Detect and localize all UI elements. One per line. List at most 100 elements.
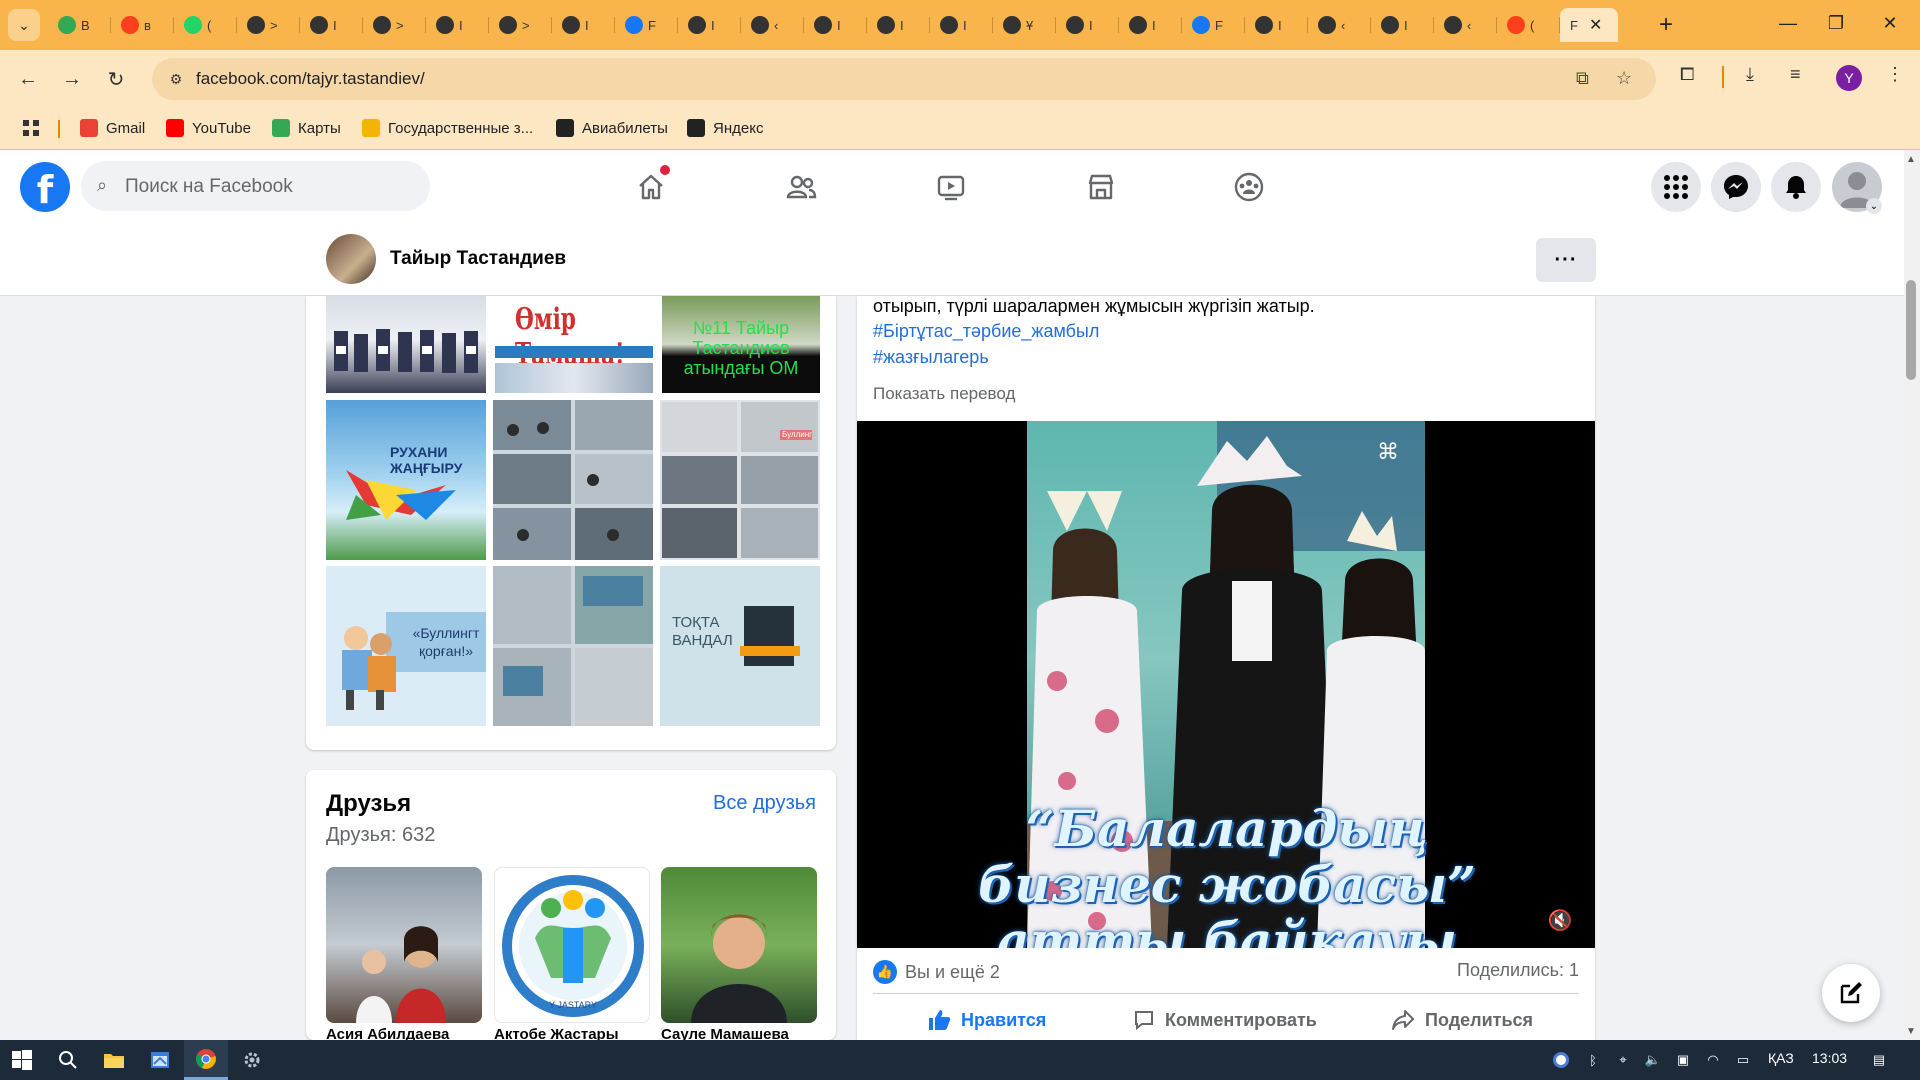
nav-friends[interactable] [746, 163, 856, 211]
photo-tile[interactable]: «Буллингт қорған!» [326, 566, 486, 726]
hashtag-link[interactable]: #жазғылагерь [873, 347, 989, 368]
start-button[interactable] [0, 1040, 44, 1080]
back-button[interactable]: ← [12, 63, 44, 95]
browser-tab[interactable]: В [48, 8, 111, 42]
profile-name[interactable]: Тайыр Тастандиев [390, 248, 566, 270]
browser-tab[interactable]: І [1119, 8, 1182, 42]
facebook-logo-icon[interactable]: f [20, 162, 70, 212]
browser-tab[interactable]: І [552, 8, 615, 42]
reaction-summary[interactable]: 👍 Вы и ещё 2 [873, 960, 1000, 984]
nav-marketplace[interactable] [1046, 163, 1156, 211]
more-options-button[interactable]: ··· [1536, 238, 1596, 282]
friend-item[interactable]: Сауле Мамашева [661, 867, 817, 1043]
bluetooth-icon[interactable]: ᛒ [1584, 1051, 1602, 1069]
all-friends-link[interactable]: Все друзья [713, 792, 816, 815]
language-indicator[interactable]: ҚАЗ [1768, 1050, 1794, 1066]
browser-tab[interactable]: І [867, 8, 930, 42]
browser-tab[interactable]: ‹ [741, 8, 804, 42]
nav-home[interactable] [596, 163, 706, 211]
browser-tab[interactable]: F [1182, 8, 1245, 42]
extensions-icon[interactable]: ⧠ [1680, 64, 1694, 85]
post-video[interactable]: ⌘ “Балалардың бизнес жобасы” атты байқау… [857, 421, 1595, 948]
url-text[interactable]: facebook.com/tajyr.tastandiev/ [196, 69, 425, 89]
browser-tab[interactable]: І [930, 8, 993, 42]
show-translation-link[interactable]: Показать перевод [873, 384, 1015, 404]
chrome-taskbar-button[interactable] [184, 1040, 228, 1080]
photo-tile[interactable] [493, 400, 653, 560]
messenger-button[interactable] [1711, 162, 1761, 212]
browser-tab[interactable]: ( [1497, 8, 1560, 42]
photo-tile[interactable]: ТОҚТА ВАНДАЛ [660, 566, 820, 726]
friend-photo[interactable] [326, 867, 482, 1023]
tab-search-button[interactable]: ⌄ [8, 9, 40, 41]
friend-photo[interactable]: Y JASTARY [494, 867, 650, 1023]
bookmark-item[interactable]: Яндекс [687, 119, 763, 137]
browser-tab[interactable]: > [363, 8, 426, 42]
active-browser-tab[interactable]: F ✕ [1560, 8, 1618, 42]
media-control-icon[interactable]: ≡ [1790, 64, 1801, 85]
scrollbar-thumb[interactable] [1906, 280, 1916, 380]
new-tab-button[interactable]: + [1650, 8, 1682, 42]
bookmark-item[interactable]: Государственные з... [362, 119, 533, 137]
browser-profile-avatar[interactable]: Y [1836, 65, 1862, 91]
wifi-icon[interactable]: ◠ [1704, 1051, 1722, 1069]
reload-button[interactable]: ↻ [100, 63, 132, 95]
battery-icon[interactable]: ▭ [1734, 1051, 1752, 1069]
close-window-button[interactable]: ✕ [1866, 8, 1914, 38]
minimize-button[interactable]: — [1764, 8, 1812, 38]
notification-center-icon[interactable]: ▤ [1870, 1051, 1888, 1069]
browser-tab[interactable]: І [1371, 8, 1434, 42]
browser-tab[interactable]: ( [174, 8, 237, 42]
bookmark-item[interactable]: Gmail [80, 119, 145, 137]
nav-watch[interactable] [896, 163, 1006, 211]
clock[interactable]: 13:03 [1812, 1050, 1847, 1066]
nav-groups[interactable] [1194, 163, 1304, 211]
forward-button[interactable]: → [56, 63, 88, 95]
browser-tab[interactable]: І [426, 8, 489, 42]
bookmark-item[interactable]: YouTube [166, 119, 251, 137]
friend-item[interactable]: Асия Абилдаева [326, 867, 482, 1043]
address-bar[interactable]: ⚙ facebook.com/tajyr.tastandiev/ ⧉ ☆ [152, 58, 1656, 100]
friend-item[interactable]: Y JASTARY Актобе Жастары [494, 867, 650, 1043]
volume-icon[interactable]: 🔈 [1644, 1051, 1662, 1069]
close-tab-icon[interactable]: ✕ [1589, 15, 1602, 35]
browser-tab[interactable]: F [615, 8, 678, 42]
apps-grid-icon[interactable] [22, 119, 40, 137]
browser-tab[interactable]: в [111, 8, 174, 42]
profile-avatar[interactable] [326, 234, 376, 284]
browser-tab[interactable]: І [678, 8, 741, 42]
browser-tab[interactable]: І [804, 8, 867, 42]
bookmark-star-icon[interactable]: ☆ [1616, 68, 1632, 89]
scroll-down-arrow-icon[interactable]: ▼ [1906, 1026, 1916, 1037]
downloads-icon[interactable]: ⤓ [1746, 64, 1754, 85]
browser-tab[interactable]: > [237, 8, 300, 42]
account-chevron-icon[interactable]: ⌄ [1866, 198, 1882, 214]
taskbar-search-button[interactable] [46, 1040, 90, 1080]
settings-taskbar-button[interactable] [230, 1040, 274, 1080]
facebook-search-input[interactable]: ⌕ Поиск на Facebook [81, 161, 430, 211]
browser-tab[interactable]: І [1245, 8, 1308, 42]
photo-tile[interactable]: Өмір Тамаша! [495, 296, 653, 393]
browser-tab[interactable]: І [1056, 8, 1119, 42]
comment-button[interactable]: Комментировать [1133, 1002, 1317, 1038]
photo-tile[interactable]: №11 Тайыр Тастандиев атындағы ОМ [662, 296, 820, 393]
photo-tile[interactable]: РУХАНИ ЖАҢҒЫРУ [326, 400, 486, 560]
tray-app-icon[interactable] [1552, 1051, 1570, 1069]
bookmark-item[interactable]: Авиабилеты [556, 119, 668, 137]
like-button[interactable]: Нравится [927, 1002, 1046, 1038]
install-app-icon[interactable]: ⧉ [1576, 68, 1589, 89]
browser-menu-icon[interactable]: ⋮ [1886, 64, 1904, 85]
display-icon[interactable]: ▣ [1674, 1051, 1692, 1069]
notifications-button[interactable] [1771, 162, 1821, 212]
photo-tile[interactable] [493, 566, 653, 726]
hashtag-link[interactable]: #Біртұтас_тәрбие_жамбыл [873, 321, 1099, 342]
menu-button[interactable] [1651, 162, 1701, 212]
bookmark-item[interactable]: Карты [272, 119, 341, 137]
new-message-button[interactable] [1822, 964, 1880, 1022]
mute-icon[interactable]: 🔇 [1545, 905, 1575, 935]
photo-tile[interactable]: Буллинг [660, 400, 820, 560]
reaction-text[interactable]: Вы и ещё 2 [905, 962, 1000, 983]
browser-tab[interactable]: Ұ [993, 8, 1056, 42]
friend-photo[interactable] [661, 867, 817, 1023]
scroll-up-arrow-icon[interactable]: ▲ [1906, 154, 1916, 165]
